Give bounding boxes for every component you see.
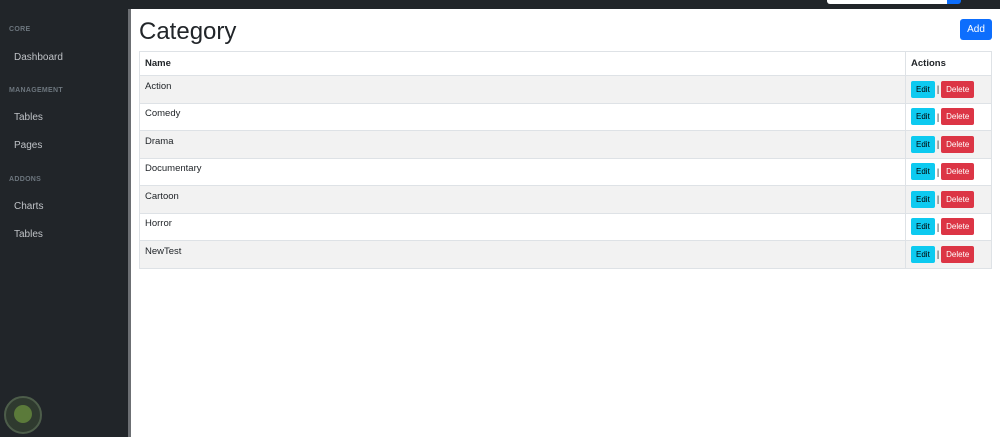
action-separator: | (936, 84, 940, 95)
top-navbar (0, 0, 1000, 9)
sidebar-item-addon-tables[interactable]: Tables (14, 229, 43, 240)
sidebar-item-charts[interactable]: Charts (14, 201, 43, 212)
row-actions: Edit | Delete (911, 163, 986, 181)
delete-button[interactable]: Delete (941, 218, 975, 236)
brand-logo-icon (4, 396, 42, 434)
action-separator: | (936, 111, 940, 122)
category-name: Horror (145, 218, 172, 230)
category-name: Action (145, 80, 172, 92)
sidebar-item-pages[interactable]: Pages (14, 140, 42, 151)
column-header-actions: Actions (905, 51, 992, 76)
row-actions: Edit | Delete (911, 135, 986, 153)
table-row: Drama Edit | Delete (138, 130, 992, 159)
sidebar-item-dashboard[interactable]: Dashboard (14, 52, 63, 63)
sidebar-heading-addons: Addons (9, 176, 42, 183)
delete-button[interactable]: Delete (941, 163, 975, 181)
edit-button[interactable]: Edit (911, 190, 935, 208)
actions-cell: Edit | Delete (905, 240, 992, 269)
delete-button[interactable]: Delete (941, 80, 975, 98)
edit-button[interactable]: Edit (911, 80, 935, 98)
table-row: Documentary Edit | Delete (138, 157, 992, 186)
sidebar-heading-management: Management (9, 87, 63, 94)
category-name: NewTest (145, 245, 182, 257)
actions-cell: Edit | Delete (905, 75, 992, 104)
edit-button[interactable]: Edit (911, 218, 935, 236)
category-name-cell: Action (138, 75, 907, 104)
sidebar-heading-core: Core (9, 26, 31, 33)
delete-button[interactable]: Delete (941, 190, 975, 208)
table-row: NewTest Edit | Delete (138, 240, 992, 269)
column-header-name: Name (138, 51, 907, 76)
delete-button[interactable]: Delete (941, 108, 975, 126)
top-search-input[interactable] (827, 0, 947, 4)
table-header-row: Name Actions (138, 51, 992, 76)
actions-cell: Edit | Delete (905, 212, 992, 241)
edit-button[interactable]: Edit (911, 163, 935, 181)
action-separator: | (936, 249, 940, 260)
action-separator: | (936, 139, 940, 150)
category-table: Name Actions Action Edit | Delete Comedy Edit… (138, 51, 992, 269)
sidebar: Core Dashboard Management Tables Pages A… (0, 9, 130, 437)
edit-button[interactable]: Edit (911, 135, 935, 153)
action-separator: | (936, 221, 940, 232)
category-name-cell: Drama (138, 130, 907, 159)
sidebar-item-tables[interactable]: Tables (14, 112, 43, 123)
category-name-cell: Documentary (138, 157, 907, 186)
action-separator: | (936, 194, 940, 205)
edit-button[interactable]: Edit (911, 245, 935, 263)
category-name: Documentary (145, 163, 202, 175)
row-actions: Edit | Delete (911, 108, 986, 126)
add-button[interactable]: Add (960, 19, 992, 40)
delete-button[interactable]: Delete (941, 135, 975, 153)
category-name: Drama (145, 135, 174, 147)
actions-cell: Edit | Delete (905, 130, 992, 159)
row-actions: Edit | Delete (911, 190, 986, 208)
category-name-cell: NewTest (138, 240, 907, 269)
table-row: Horror Edit | Delete (138, 212, 992, 241)
table-row: Comedy Edit | Delete (138, 102, 992, 131)
category-name-cell: Horror (138, 212, 907, 241)
main-content: Category Add Name Actions Action Edit | Del… (131, 9, 1000, 437)
logo-emblem (14, 405, 32, 423)
category-name: Comedy (145, 108, 181, 120)
table-row: Cartoon Edit | Delete (138, 185, 992, 214)
category-name: Cartoon (145, 190, 179, 202)
actions-cell: Edit | Delete (905, 102, 992, 131)
edit-button[interactable]: Edit (911, 108, 935, 126)
category-name-cell: Cartoon (138, 185, 907, 214)
actions-cell: Edit | Delete (905, 185, 992, 214)
page-title: Category (139, 18, 237, 45)
row-actions: Edit | Delete (911, 80, 986, 98)
category-name-cell: Comedy (138, 102, 907, 131)
table-row: Action Edit | Delete (138, 75, 992, 104)
action-separator: | (936, 166, 940, 177)
row-actions: Edit | Delete (911, 218, 986, 236)
delete-button[interactable]: Delete (941, 245, 975, 263)
row-actions: Edit | Delete (911, 245, 986, 263)
top-search-button[interactable] (947, 0, 961, 4)
actions-cell: Edit | Delete (905, 157, 992, 186)
